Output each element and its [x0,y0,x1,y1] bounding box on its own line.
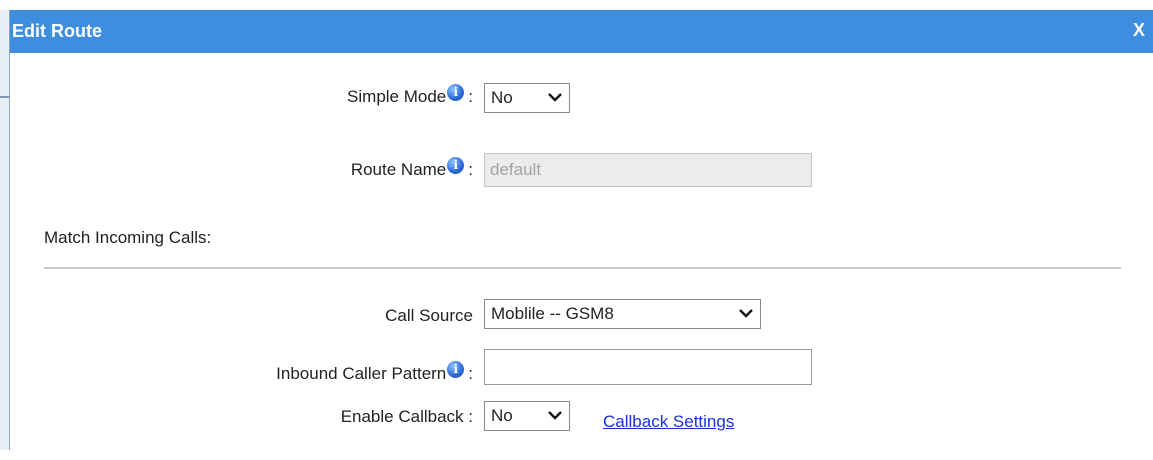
inbound-caller-pattern-field[interactable] [484,349,812,385]
left-panel-notch [0,96,9,98]
route-name-label: Route Name [350,160,447,179]
simple-mode-label-group: Simple Mode i: [347,84,473,107]
route-name-field[interactable] [484,153,812,187]
match-incoming-calls-heading: Match Incoming Calls: [44,228,212,247]
call-source-label: Call Source [385,306,473,325]
info-icon[interactable]: i [447,157,465,174]
simple-mode-label: Simple Mode [347,87,447,106]
left-panel-border [9,10,10,450]
route-name-colon: : [468,160,473,179]
simple-mode-colon: : [468,87,473,106]
info-icon[interactable]: i [447,361,465,378]
left-panel-edge [0,10,9,450]
inbound-caller-pattern-label: Inbound Caller Pattern [276,364,447,383]
edit-route-dialog: Edit Route X Simple Mode i: No Route Name… [0,0,1153,460]
simple-mode-value: No [491,88,513,107]
chevron-down-icon [739,309,753,318]
callback-settings-link[interactable]: Callback Settings [603,412,734,432]
chevron-down-icon [548,411,562,420]
close-button[interactable]: X [1133,20,1145,41]
dialog-titlebar: Edit Route X [10,10,1153,53]
chevron-down-icon [548,93,562,102]
section-divider [44,267,1121,269]
enable-callback-label: Enable Callback : [340,407,473,426]
route-name-label-group: Route Name i: [350,157,473,180]
info-icon[interactable]: i [447,84,465,101]
inbound-caller-pattern-colon: : [468,364,473,383]
enable-callback-select[interactable]: No [484,401,570,431]
enable-callback-value: No [491,406,513,425]
dialog-title: Edit Route [12,21,102,41]
call-source-select[interactable]: Moblile -- GSM8 [484,299,761,329]
inbound-caller-pattern-label-group: Inbound Caller Pattern i: [276,361,473,384]
simple-mode-select[interactable]: No [484,83,570,113]
call-source-value: Moblile -- GSM8 [491,304,614,323]
